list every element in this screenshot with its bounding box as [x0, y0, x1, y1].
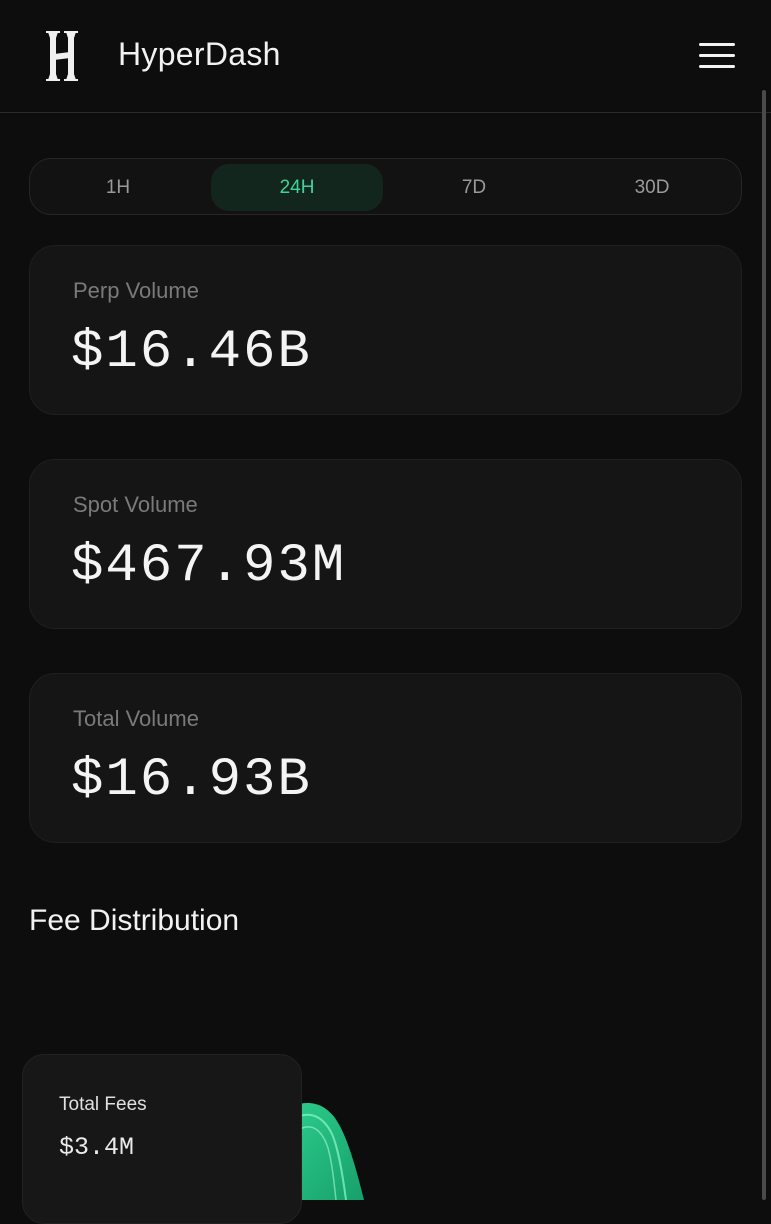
spot-volume-card: Spot Volume $467.93M — [29, 459, 742, 629]
tab-1h[interactable]: 1H — [32, 164, 204, 211]
spot-volume-value: $467.93M — [71, 536, 347, 597]
total-fees-value: $3.4M — [59, 1133, 135, 1162]
hyperdash-logo-icon[interactable] — [40, 28, 84, 84]
tab-24h[interactable]: 24H — [211, 164, 383, 211]
total-fees-label: Total Fees — [59, 1094, 147, 1115]
perp-volume-value: $16.46B — [71, 322, 312, 383]
perp-volume-label: Perp Volume — [73, 278, 199, 303]
spot-volume-label: Spot Volume — [73, 492, 198, 517]
total-volume-card: Total Volume $16.93B — [29, 673, 742, 843]
total-volume-value: $16.93B — [71, 750, 312, 811]
perp-volume-card: Perp Volume $16.46B — [29, 245, 742, 415]
time-range-selector: 1H 24H 7D 30D — [29, 158, 742, 215]
tab-30d[interactable]: 30D — [566, 164, 738, 211]
app-title: HyperDash — [118, 36, 281, 72]
total-fees-card: Total Fees $3.4M — [22, 1054, 302, 1224]
hamburger-menu-icon[interactable] — [692, 36, 742, 76]
fee-distribution-title: Fee Distribution — [29, 904, 240, 937]
total-volume-label: Total Volume — [73, 706, 199, 731]
scrollbar[interactable] — [762, 90, 766, 1200]
app-header: HyperDash — [0, 0, 771, 113]
tab-7d[interactable]: 7D — [388, 164, 560, 211]
